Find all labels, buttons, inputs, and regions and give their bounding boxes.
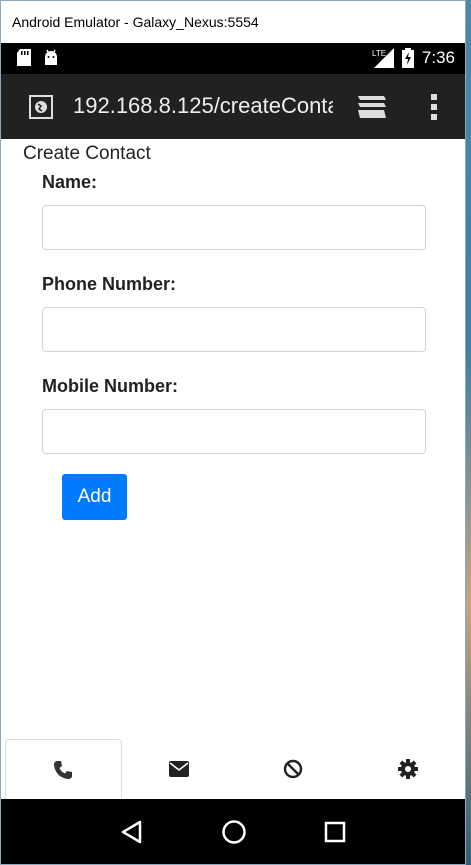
tabs-icon[interactable] — [356, 94, 388, 120]
web-page: Create Contact Name: Phone Number: Mobil… — [1, 139, 465, 799]
mobile-number-label: Mobile Number: — [42, 376, 179, 396]
url-bar[interactable]: 192.168.8.125/createContact — [73, 93, 333, 119]
home-icon[interactable] — [221, 819, 247, 845]
tab-messages[interactable] — [122, 739, 237, 799]
sd-card-icon — [17, 49, 31, 66]
phone-icon — [54, 760, 73, 779]
back-icon[interactable] — [120, 820, 144, 844]
phone-number-input[interactable] — [42, 307, 426, 352]
lte-signal-icon: LTE — [372, 48, 394, 68]
gear-icon — [397, 759, 418, 779]
phone-number-label: Phone Number: — [42, 274, 177, 294]
overflow-menu-icon[interactable] — [429, 92, 439, 122]
bottom-tab-bar — [1, 739, 465, 799]
tab-phone[interactable] — [5, 739, 122, 799]
browser-toolbar: 192.168.8.125/createContact — [1, 74, 465, 139]
status-bar: LTE 7:36 — [1, 43, 465, 74]
tab-settings[interactable] — [351, 739, 466, 799]
android-debug-icon — [45, 49, 57, 65]
emulator-window: Android Emulator - Galaxy_Nexus:5554 LTE — [0, 0, 466, 865]
envelope-icon — [168, 761, 189, 777]
status-clock: 7:36 — [421, 48, 455, 67]
mobile-number-input[interactable] — [42, 409, 426, 454]
globe-icon[interactable] — [29, 95, 53, 119]
add-button[interactable]: Add — [62, 474, 127, 520]
name-input[interactable] — [42, 205, 426, 250]
android-nav-bar — [1, 799, 465, 864]
page-title: Create Contact — [23, 143, 151, 164]
ban-icon — [284, 759, 303, 779]
battery-charging-icon — [401, 48, 414, 68]
recents-icon[interactable] — [324, 821, 346, 843]
name-label: Name: — [42, 172, 98, 192]
network-type-label: LTE — [372, 49, 386, 58]
window-title: Android Emulator - Galaxy_Nexus:5554 — [1, 1, 465, 43]
tab-blocked[interactable] — [236, 739, 351, 799]
